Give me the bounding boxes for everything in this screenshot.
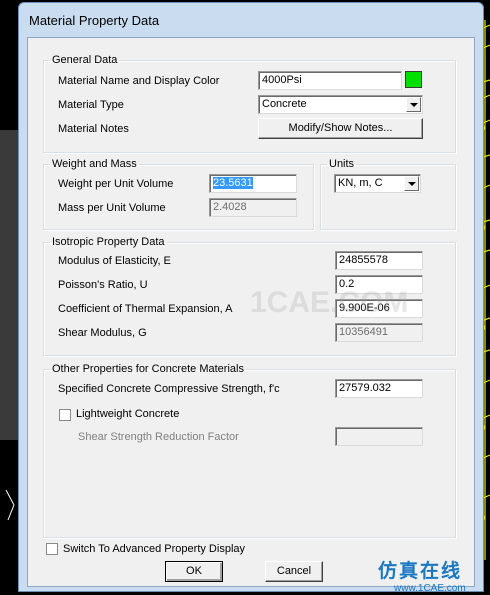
weight-mass-group: Weight and Mass [43,158,314,230]
chevron-down-icon[interactable] [404,176,419,191]
isotropic-property-legend: Isotropic Property Data [52,236,165,248]
watermark-url-text: www.1CAE.com [394,583,466,594]
units-legend: Units [329,158,355,170]
thermal-expansion-label: Coefficient of Thermal Expansion, A [58,303,233,315]
material-type-value: Concrete [262,98,307,110]
advanced-display-label: Switch To Advanced Property Display [63,543,245,555]
display-color-swatch[interactable] [405,71,422,88]
site-watermark: 仿真在线 www.1CAE.com [378,556,466,594]
weight-per-volume-value: 23.5631 [213,177,253,189]
material-name-label: Material Name and Display Color [58,75,220,87]
center-watermark: 1CAE.COM [250,286,409,319]
advanced-display-checkbox[interactable] [46,543,58,555]
concrete-properties-legend: Other Properties for Concrete Materials [52,363,244,375]
chevron-down-icon[interactable] [406,97,421,112]
material-type-label: Material Type [58,99,124,111]
ok-button[interactable]: OK [165,561,223,582]
poisson-ratio-label: Poisson's Ratio, U [58,279,148,291]
dialog-title: Material Property Data [29,13,160,28]
watermark-cn-text: 仿真在线 [378,561,463,582]
weight-mass-legend: Weight and Mass [52,158,137,170]
modulus-elasticity-label: Modulus of Elasticity, E [58,255,171,267]
shear-modulus-label: Shear Modulus, G [58,327,147,339]
units-group: Units [320,158,456,230]
material-type-select[interactable]: Concrete [258,95,423,114]
modulus-elasticity-input[interactable]: 24855578 [335,251,423,270]
modify-show-notes-button[interactable]: Modify/Show Notes... [258,118,423,139]
shear-reduction-factor-input[interactable] [335,427,423,446]
lightweight-concrete-checkbox[interactable] [59,409,71,421]
compressive-strength-label: Specified Concrete Compressive Strength,… [58,383,280,395]
mass-per-volume-label: Mass per Unit Volume [58,202,166,214]
shear-reduction-factor-label: Shear Strength Reduction Factor [78,431,239,443]
units-select[interactable]: KN, m, C [334,174,421,193]
general-data-legend: General Data [52,54,118,66]
weight-per-volume-label: Weight per Unit Volume [58,178,174,190]
cancel-button[interactable]: Cancel [265,561,323,582]
mass-per-volume-input[interactable]: 2.4028 [209,198,297,217]
lightweight-concrete-label: Lightweight Concrete [76,408,180,420]
title-bar[interactable]: Material Property Data [19,3,483,37]
compressive-strength-input[interactable]: 27579.032 [335,379,423,398]
weight-per-volume-input[interactable]: 23.5631 [209,174,297,193]
material-notes-label: Material Notes [58,123,129,135]
units-value: KN, m, C [338,177,383,189]
shear-modulus-input[interactable]: 10356491 [335,323,423,342]
material-name-input[interactable]: 4000Psi [258,71,402,90]
